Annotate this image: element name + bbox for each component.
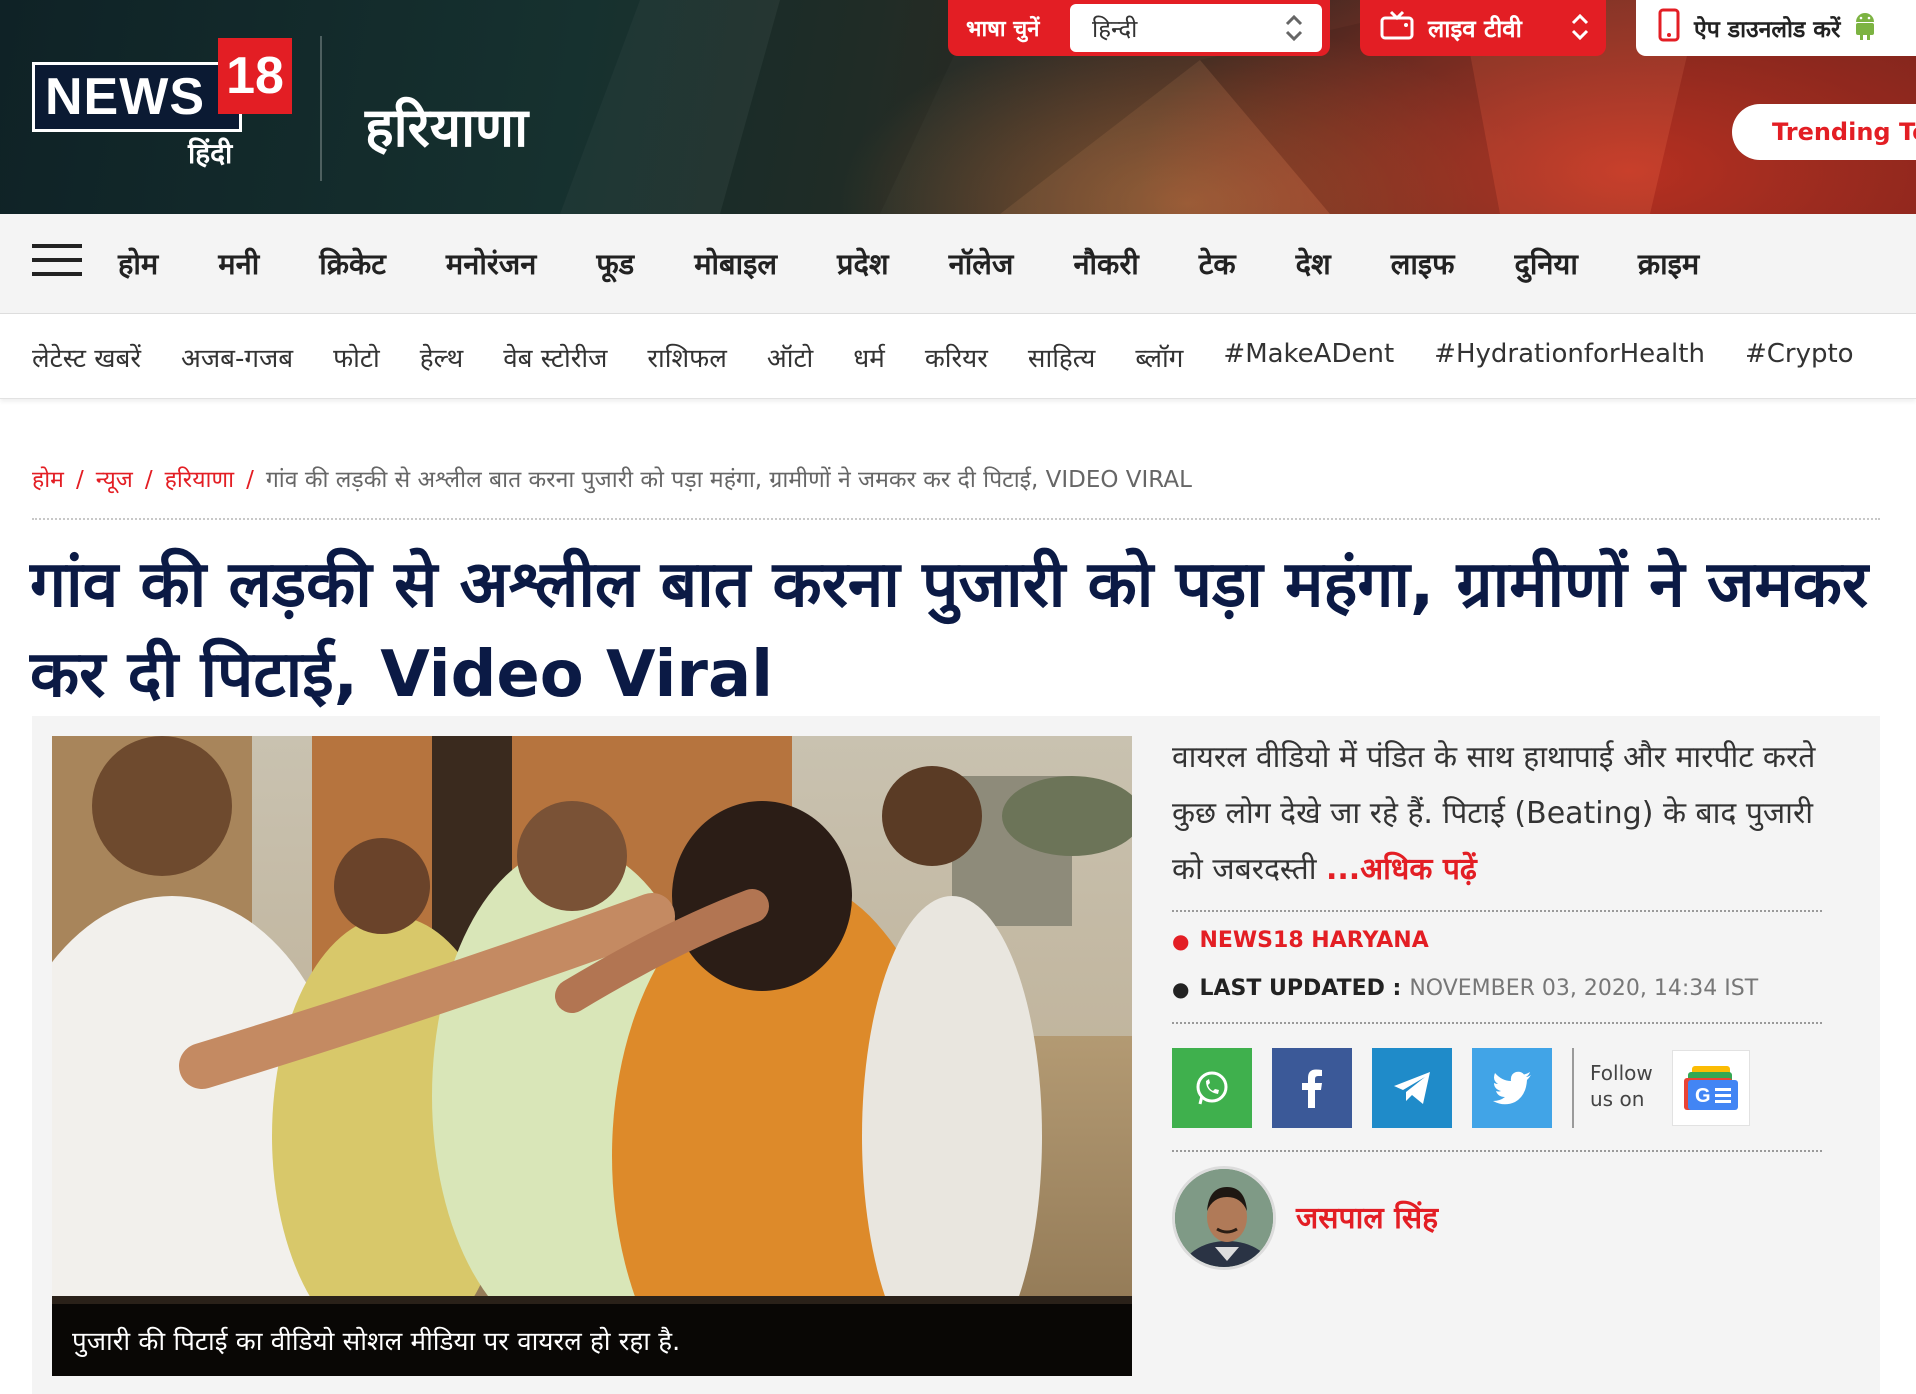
facebook-share-button[interactable] xyxy=(1272,1048,1352,1128)
breadcrumb-haryana[interactable]: हरियाणा xyxy=(165,467,234,493)
twitter-icon xyxy=(1493,1071,1531,1105)
breadcrumb-separator: / xyxy=(246,467,254,493)
read-more-link[interactable]: ...अधिक पढ़ें xyxy=(1326,852,1477,887)
article-summary: वायरल वीडियो में पंडित के साथ हाथापाई और… xyxy=(1172,730,1852,898)
app-download-label: ऐप डाउनलोड करें xyxy=(1694,17,1841,43)
header-divider xyxy=(320,36,322,181)
main-nav-list: होम मनी क्रिकेट मनोरंजन फूड मोबाइल प्रदे… xyxy=(118,244,1759,283)
follow-divider xyxy=(1572,1048,1574,1128)
hamburger-icon[interactable] xyxy=(32,244,82,284)
breadcrumb-current: गांव की लड़की से अश्लील बात करना पुजारी … xyxy=(265,467,1192,493)
nav-item-states[interactable]: प्रदेश xyxy=(837,244,889,283)
phone-icon xyxy=(1658,8,1680,48)
facebook-icon xyxy=(1302,1069,1322,1108)
bullet-icon: ● xyxy=(1172,976,1190,1001)
android-icon xyxy=(1852,10,1878,46)
logo-number: 18 xyxy=(218,38,292,114)
site-header: NEWS 18 हिंदी हरियाणा भाषा चुनें हिन्दी … xyxy=(0,0,1916,214)
nav-item-nation[interactable]: देश xyxy=(1296,244,1331,283)
telegram-share-button[interactable] xyxy=(1372,1048,1452,1128)
tv-icon xyxy=(1380,10,1414,46)
article-headline: गांव की लड़की से अश्लील बात करना पुजारी … xyxy=(30,548,1869,712)
subnav-item-latest[interactable]: लेटेस्ट खबरें xyxy=(32,339,141,375)
logo-text: NEWS xyxy=(45,68,205,126)
subnav-item-makeadent[interactable]: #MakeADent xyxy=(1223,339,1394,375)
subnav-item-literature[interactable]: साहित्य xyxy=(1028,339,1095,375)
author-avatar[interactable] xyxy=(1172,1166,1276,1270)
trending-topics-button[interactable]: Trending Top xyxy=(1732,104,1916,160)
nav-item-home[interactable]: होम xyxy=(118,244,158,283)
sub-nav-list: लेटेस्ट खबरें अजब-गजब फोटो हेल्थ वेब स्ट… xyxy=(32,339,1894,375)
breadcrumb-separator: / xyxy=(144,467,153,493)
breadcrumb-divider xyxy=(32,518,1880,520)
source-row: ● NEWS18 HARYANA xyxy=(1172,928,1429,953)
main-nav: होम मनी क्रिकेट मनोरंजन फूड मोबाइल प्रदे… xyxy=(0,214,1916,314)
nav-item-money[interactable]: मनी xyxy=(218,244,259,283)
google-news-icon: G xyxy=(1684,1066,1738,1110)
subnav-item-career[interactable]: करियर xyxy=(925,339,988,375)
language-label: भाषा चुनें xyxy=(966,17,1040,42)
nav-item-food[interactable]: फूड xyxy=(596,244,634,283)
nav-item-knowledge[interactable]: नॉलेज xyxy=(949,244,1014,283)
meta-divider-middle xyxy=(1172,1022,1822,1024)
article-source[interactable]: NEWS18 HARYANA xyxy=(1199,928,1428,953)
live-tv-label: लाइव टीवी xyxy=(1428,14,1522,43)
telegram-icon xyxy=(1394,1072,1430,1104)
subnav-item-horoscope[interactable]: राशिफल xyxy=(647,339,726,375)
nav-item-jobs[interactable]: नौकरी xyxy=(1073,244,1138,283)
subnav-item-blog[interactable]: ब्लॉग xyxy=(1135,339,1183,375)
subnav-item-auto[interactable]: ऑटो xyxy=(767,339,813,375)
chevron-updown-icon xyxy=(1568,10,1592,50)
nav-item-crime[interactable]: क्राइम xyxy=(1638,244,1699,283)
subnav-item-health[interactable]: हेल्थ xyxy=(420,339,463,375)
meta-divider-bottom xyxy=(1172,1150,1822,1152)
last-updated-date: NOVEMBER 03, 2020, 14:34 IST xyxy=(1409,976,1759,1001)
article-photo-illustration xyxy=(52,736,1132,1376)
whatsapp-icon xyxy=(1196,1071,1228,1105)
breadcrumb-home[interactable]: होम xyxy=(32,467,64,493)
bullet-icon: ● xyxy=(1172,928,1190,953)
nav-item-world[interactable]: दुनिया xyxy=(1515,244,1578,283)
subnav-item-photo[interactable]: फोटो xyxy=(333,339,380,375)
breadcrumb-separator: / xyxy=(75,467,84,493)
twitter-share-button[interactable] xyxy=(1472,1048,1552,1128)
subnav-item-hydration[interactable]: #HydrationforHealth xyxy=(1434,339,1705,375)
section-title[interactable]: हरियाणा xyxy=(365,88,528,162)
updated-row: ● LAST UPDATED : NOVEMBER 03, 2020, 14:3… xyxy=(1172,976,1758,1001)
author-name[interactable]: जसपाल सिंह xyxy=(1296,1196,1438,1237)
subnav-item-religion[interactable]: धर्म xyxy=(853,339,885,375)
whatsapp-share-button[interactable] xyxy=(1172,1048,1252,1128)
language-selector[interactable]: भाषा चुनें हिन्दी xyxy=(948,0,1330,56)
summary-text: वायरल वीडियो में पंडित के साथ हाथापाई और… xyxy=(1172,740,1816,887)
news18-logo[interactable]: NEWS xyxy=(32,62,242,132)
subnav-item-crypto[interactable]: #Crypto xyxy=(1745,339,1854,375)
breadcrumb: होम / न्यूज / हरियाणा / गांव की लड़की से अश्ली… xyxy=(32,462,1878,494)
nav-item-tech[interactable]: टेक xyxy=(1199,244,1236,283)
google-news-button[interactable]: G xyxy=(1672,1050,1750,1126)
language-dropdown[interactable]: हिन्दी xyxy=(1070,4,1322,52)
nav-item-life[interactable]: लाइफ xyxy=(1391,244,1455,283)
last-updated-label: LAST UPDATED : xyxy=(1199,976,1402,1001)
breadcrumb-news[interactable]: न्यूज xyxy=(96,467,133,493)
sub-nav: लेटेस्ट खबरें अजब-गजब फोटो हेल्थ वेब स्ट… xyxy=(0,315,1916,399)
nav-item-mobile[interactable]: मोबाइल xyxy=(694,244,777,283)
subnav-item-ajab-gajab[interactable]: अजब-गजब xyxy=(181,339,293,375)
nav-item-entertainment[interactable]: मनोरंजन xyxy=(446,244,536,283)
logo-hindi: हिंदी xyxy=(188,137,233,170)
image-caption: पुजारी की पिटाई का वीडियो सोशल मीडिया पर… xyxy=(52,1304,1132,1376)
meta-divider-top xyxy=(1172,910,1822,912)
live-tv-button[interactable]: लाइव टीवी xyxy=(1360,0,1606,56)
article-image[interactable]: पुजारी की पिटाई का वीडियो सोशल मीडिया पर… xyxy=(52,736,1132,1376)
svg-text:G: G xyxy=(1695,1085,1711,1107)
nav-item-cricket[interactable]: क्रिकेट xyxy=(319,244,386,283)
chevron-updown-icon xyxy=(1282,12,1306,50)
language-value: हिन्दी xyxy=(1092,14,1138,43)
app-download-button[interactable]: ऐप डाउनलोड करें xyxy=(1636,0,1916,56)
subnav-item-web-stories[interactable]: वेब स्टोरीज xyxy=(503,339,607,375)
follow-us-text: Follow us on xyxy=(1590,1061,1653,1111)
